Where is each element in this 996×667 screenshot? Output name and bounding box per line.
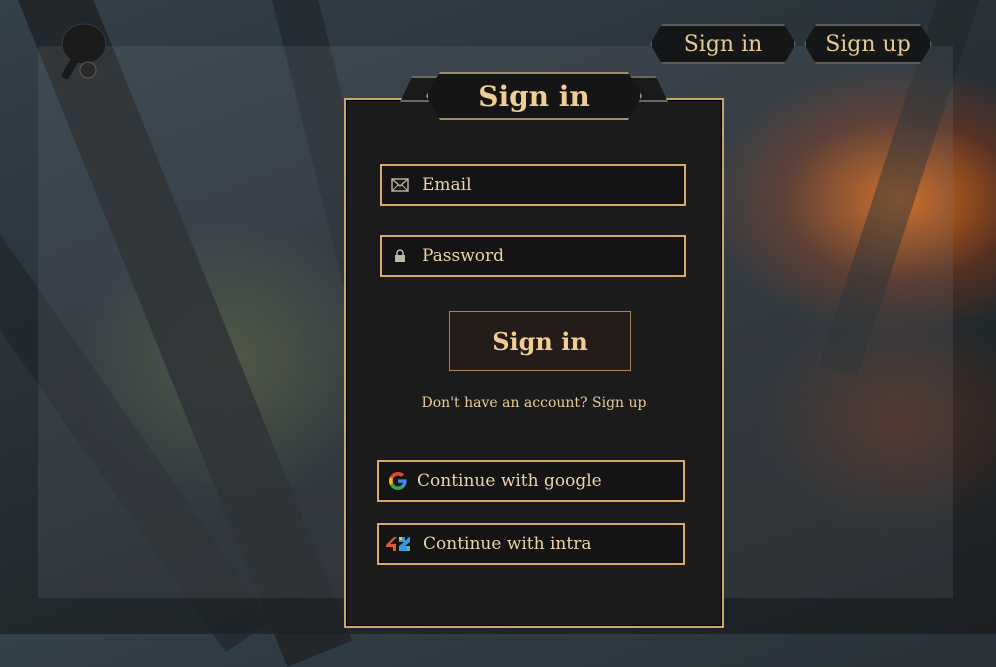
google-icon [379, 471, 417, 491]
ping-pong-paddle-icon[interactable] [52, 20, 112, 84]
signup-prompt: Don't have an account? Sign up [344, 395, 724, 411]
form-title: Sign in [426, 72, 642, 120]
google-login-button[interactable]: Continue with google [377, 460, 685, 502]
nav-signup-button[interactable]: Sign up [804, 24, 932, 64]
google-login-label: Continue with google [417, 471, 602, 491]
42-icon [379, 536, 417, 552]
nav-signup-label: Sign up [825, 31, 911, 57]
signup-prompt-text: Don't have an account? [421, 395, 588, 411]
password-input[interactable] [418, 246, 684, 266]
nav-signin-label: Sign in [683, 31, 763, 57]
email-field[interactable] [380, 164, 686, 206]
signup-link[interactable]: Sign up [592, 395, 646, 411]
lock-icon [382, 249, 418, 263]
envelope-icon [382, 178, 418, 192]
intra-login-button[interactable]: Continue with intra [377, 523, 685, 565]
signin-submit-button[interactable]: Sign in [449, 311, 631, 371]
email-input[interactable] [418, 175, 684, 195]
intra-login-label: Continue with intra [423, 534, 592, 554]
nav-signin-button[interactable]: Sign in [650, 24, 796, 64]
password-field[interactable] [380, 235, 686, 277]
